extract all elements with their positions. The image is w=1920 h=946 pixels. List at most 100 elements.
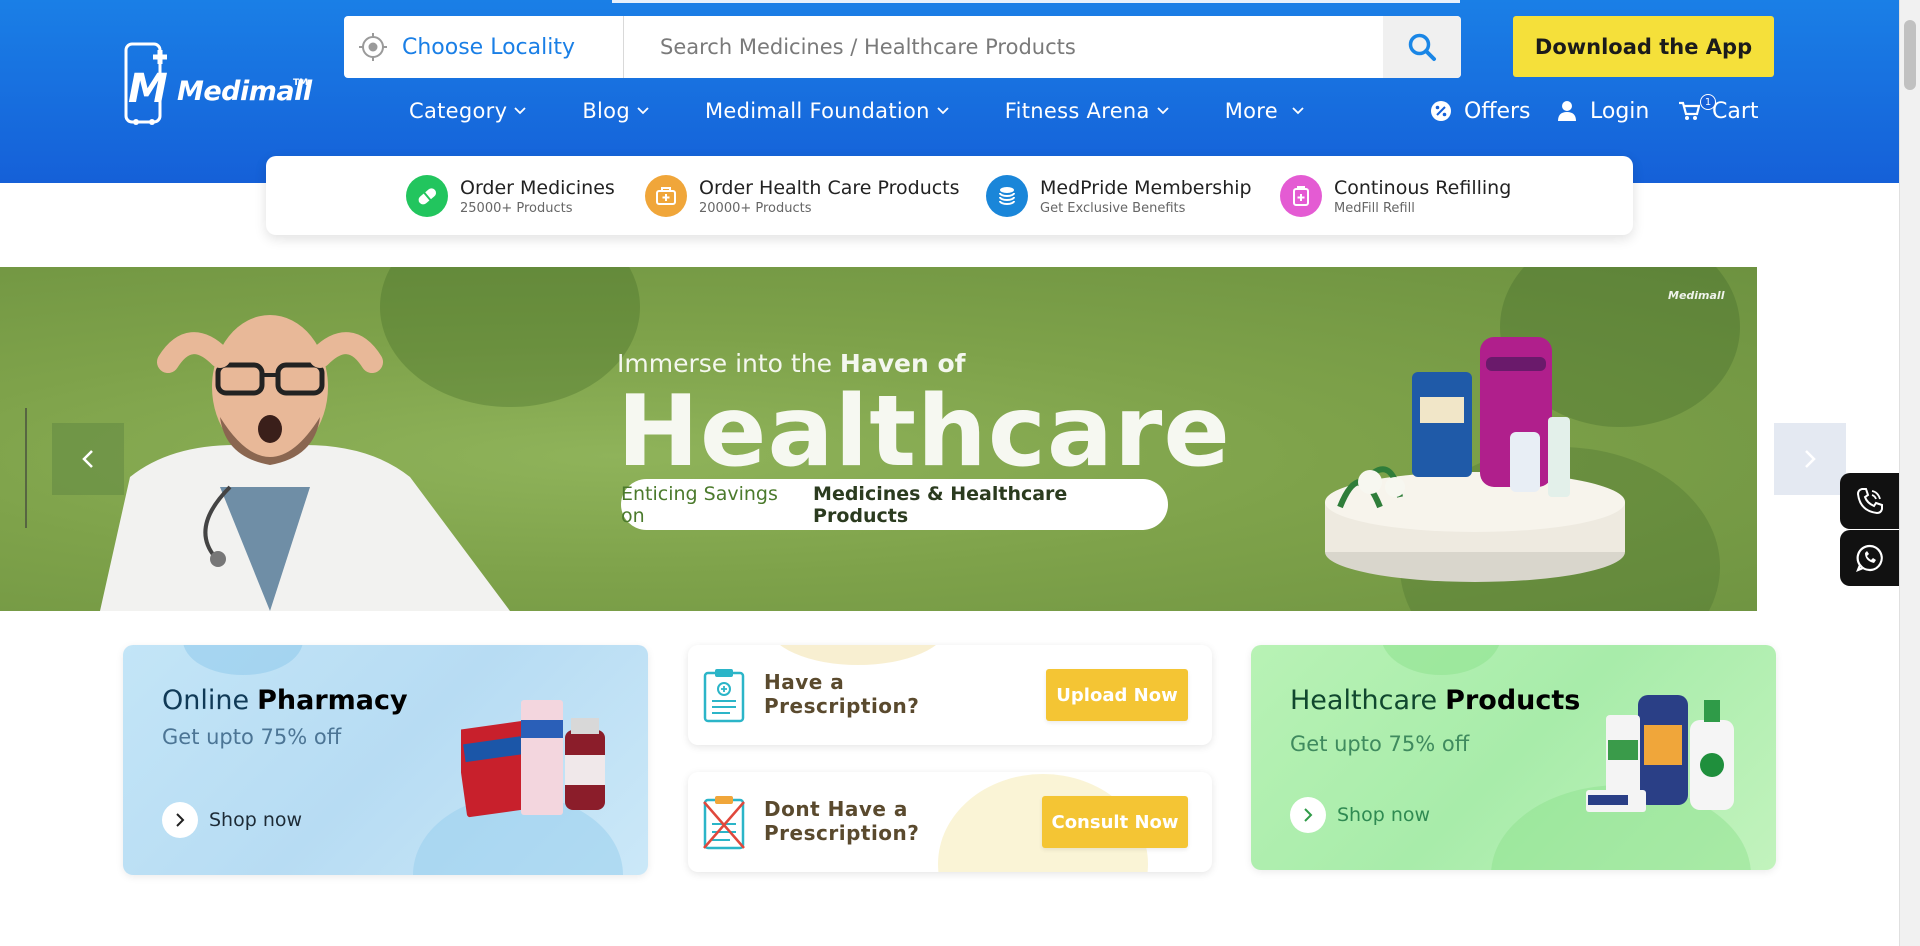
cart-icon-wrap: 1 [1678, 94, 1716, 122]
service-subtitle: MedFill Refill [1334, 200, 1415, 216]
offer-badge-icon [1431, 101, 1451, 121]
no-prescription-text: Dont Have a Prescription? [764, 797, 919, 845]
medical-bag-icon [645, 175, 687, 217]
pharmacy-card-title: Online Pharmacy [162, 685, 408, 716]
nav-fitness-arena[interactable]: Fitness Arena [1005, 99, 1169, 123]
cart-count-badge: 1 [1700, 94, 1716, 110]
service-title: Continous Refilling [1334, 176, 1512, 199]
pharmacy-shop-now-link[interactable]: Shop now [162, 802, 302, 838]
card-decor [1381, 645, 1501, 675]
banner-line1-bold: Haven of [839, 349, 966, 378]
service-subtitle: Get Exclusive Benefits [1040, 200, 1186, 216]
header-top-strip [612, 0, 1460, 3]
offers-link[interactable]: Offers [1430, 95, 1531, 127]
login-label: Login [1590, 98, 1650, 124]
scrollbar-thumb[interactable] [1904, 20, 1916, 90]
refill-icon [1280, 175, 1322, 217]
carousel-next-button[interactable] [1774, 423, 1846, 495]
service-continous-refilling[interactable]: Continous Refilling MedFill Refill [1280, 172, 1511, 220]
medimall-logo[interactable]: M Medimall TM [122, 42, 312, 126]
nav-fitness-label: Fitness Arena [1004, 99, 1150, 123]
healthcare-products-podium-image [1325, 337, 1625, 582]
no-prescription-line2: Prescription? [764, 821, 920, 845]
service-subtitle: 20000+ Products [699, 200, 812, 216]
search-icon [1408, 33, 1436, 61]
choose-locality-button[interactable]: Choose Locality [344, 16, 624, 78]
nav-blog-label: Blog [582, 99, 630, 123]
page-scrollbar[interactable] [1899, 0, 1920, 946]
upload-now-button[interactable]: Upload Now [1046, 669, 1188, 721]
products-shop-now-link[interactable]: Shop now [1290, 797, 1430, 833]
banner-watermark-logo: Medimall [1668, 289, 1725, 302]
products-card-subtitle: Get upto 75% off [1290, 732, 1470, 756]
chevron-down-icon [1157, 107, 1169, 115]
search-input[interactable] [624, 16, 1383, 78]
nav-more-label: More [1224, 99, 1278, 123]
service-title: Order Medicines [460, 176, 615, 199]
card-decor [768, 645, 948, 665]
nav-more[interactable]: More [1225, 99, 1304, 123]
banner-pill-prefix: Enticing Savings on [621, 482, 778, 527]
offers-label: Offers [1464, 98, 1531, 124]
chevron-right-circle-icon [1290, 797, 1326, 833]
search-button[interactable] [1383, 16, 1461, 78]
banner-offer-pill: Enticing Savings on Medicines & Healthca… [621, 479, 1168, 530]
have-prescription-line1: Have a [764, 670, 845, 694]
healthcare-products-card[interactable]: Healthcare Products Get upto 75% off Shop… [1251, 645, 1776, 870]
hero-banner[interactable]: Immerse into the Haven of Healthcare Ent… [0, 267, 1757, 611]
chevron-right-icon [1805, 450, 1816, 468]
whatsapp-button[interactable] [1840, 530, 1900, 586]
coins-icon [986, 175, 1028, 217]
pharmacy-card-subtitle: Get upto 75% off [162, 725, 342, 749]
call-button[interactable] [1840, 473, 1900, 529]
search-bar: Choose Locality [344, 16, 1461, 78]
no-prescription-card: Dont Have a Prescription? Consult Now [688, 772, 1212, 872]
online-pharmacy-card[interactable]: Online Pharmacy Get upto 75% off Shop now [123, 645, 648, 875]
products-title-light: Healthcare [1290, 685, 1438, 716]
nav-medimall-foundation[interactable]: Medimall Foundation [705, 99, 949, 123]
services-card: Order Medicines 25000+ Products Order He… [266, 156, 1633, 235]
whatsapp-icon [1856, 544, 1883, 572]
nav-category[interactable]: Category [409, 99, 526, 123]
user-icon [1558, 101, 1576, 121]
carousel-edge-bar [25, 408, 27, 528]
no-prescription-line1: Dont Have a [764, 797, 908, 821]
banner-pill-bold: Medicines & Healthcare Products [813, 482, 1068, 527]
consult-now-button[interactable]: Consult Now [1042, 796, 1188, 848]
logo-wordmark: Medimall [177, 76, 312, 107]
banner-line1: Immerse into the Haven of [617, 349, 966, 378]
pharmacy-title-bold: Pharmacy [257, 685, 408, 716]
banner-title: Healthcare [617, 375, 1231, 489]
healthcare-products-image [1586, 695, 1734, 812]
cart-label: Cart [1712, 98, 1759, 124]
cart-icon [1679, 101, 1700, 120]
carousel-prev-button[interactable] [52, 423, 124, 495]
chevron-down-icon [937, 107, 949, 115]
chevron-down-icon [1292, 107, 1304, 115]
products-card-title: Healthcare Products [1290, 685, 1580, 716]
products-shop-now-label: Shop now [1337, 804, 1431, 826]
nav-blog[interactable]: Blog [582, 99, 649, 123]
nav-foundation-label: Medimall Foundation [704, 99, 930, 123]
service-title: Order Health Care Products [699, 176, 960, 199]
phone-icon [1856, 488, 1883, 515]
card-decor [183, 645, 303, 675]
chevron-down-icon [637, 107, 649, 115]
main-nav: Category Blog Medimall Foundation Fitnes… [409, 95, 1360, 127]
have-prescription-card: Have a Prescription? Upload Now [688, 645, 1212, 745]
service-order-healthcare-products[interactable]: Order Health Care Products 20000+ Produc… [645, 172, 960, 220]
chevron-left-icon [82, 450, 93, 468]
service-subtitle: 25000+ Products [460, 200, 573, 216]
cart-link[interactable]: 1 Cart [1678, 94, 1759, 127]
pharmacy-shop-now-label: Shop now [209, 809, 303, 831]
service-medpride-membership[interactable]: MedPride Membership Get Exclusive Benefi… [986, 172, 1252, 220]
have-prescription-line2: Prescription? [764, 694, 920, 718]
pills-icon [406, 175, 448, 217]
login-link[interactable]: Login [1556, 95, 1649, 127]
pharmacy-title-light: Online [162, 685, 250, 716]
nav-category-label: Category [409, 99, 508, 123]
chevron-down-icon [514, 107, 526, 115]
banner-line1-prefix: Immerse into the [617, 349, 832, 378]
download-app-button[interactable]: Download the App [1513, 16, 1774, 77]
service-order-medicines[interactable]: Order Medicines 25000+ Products [406, 172, 615, 220]
